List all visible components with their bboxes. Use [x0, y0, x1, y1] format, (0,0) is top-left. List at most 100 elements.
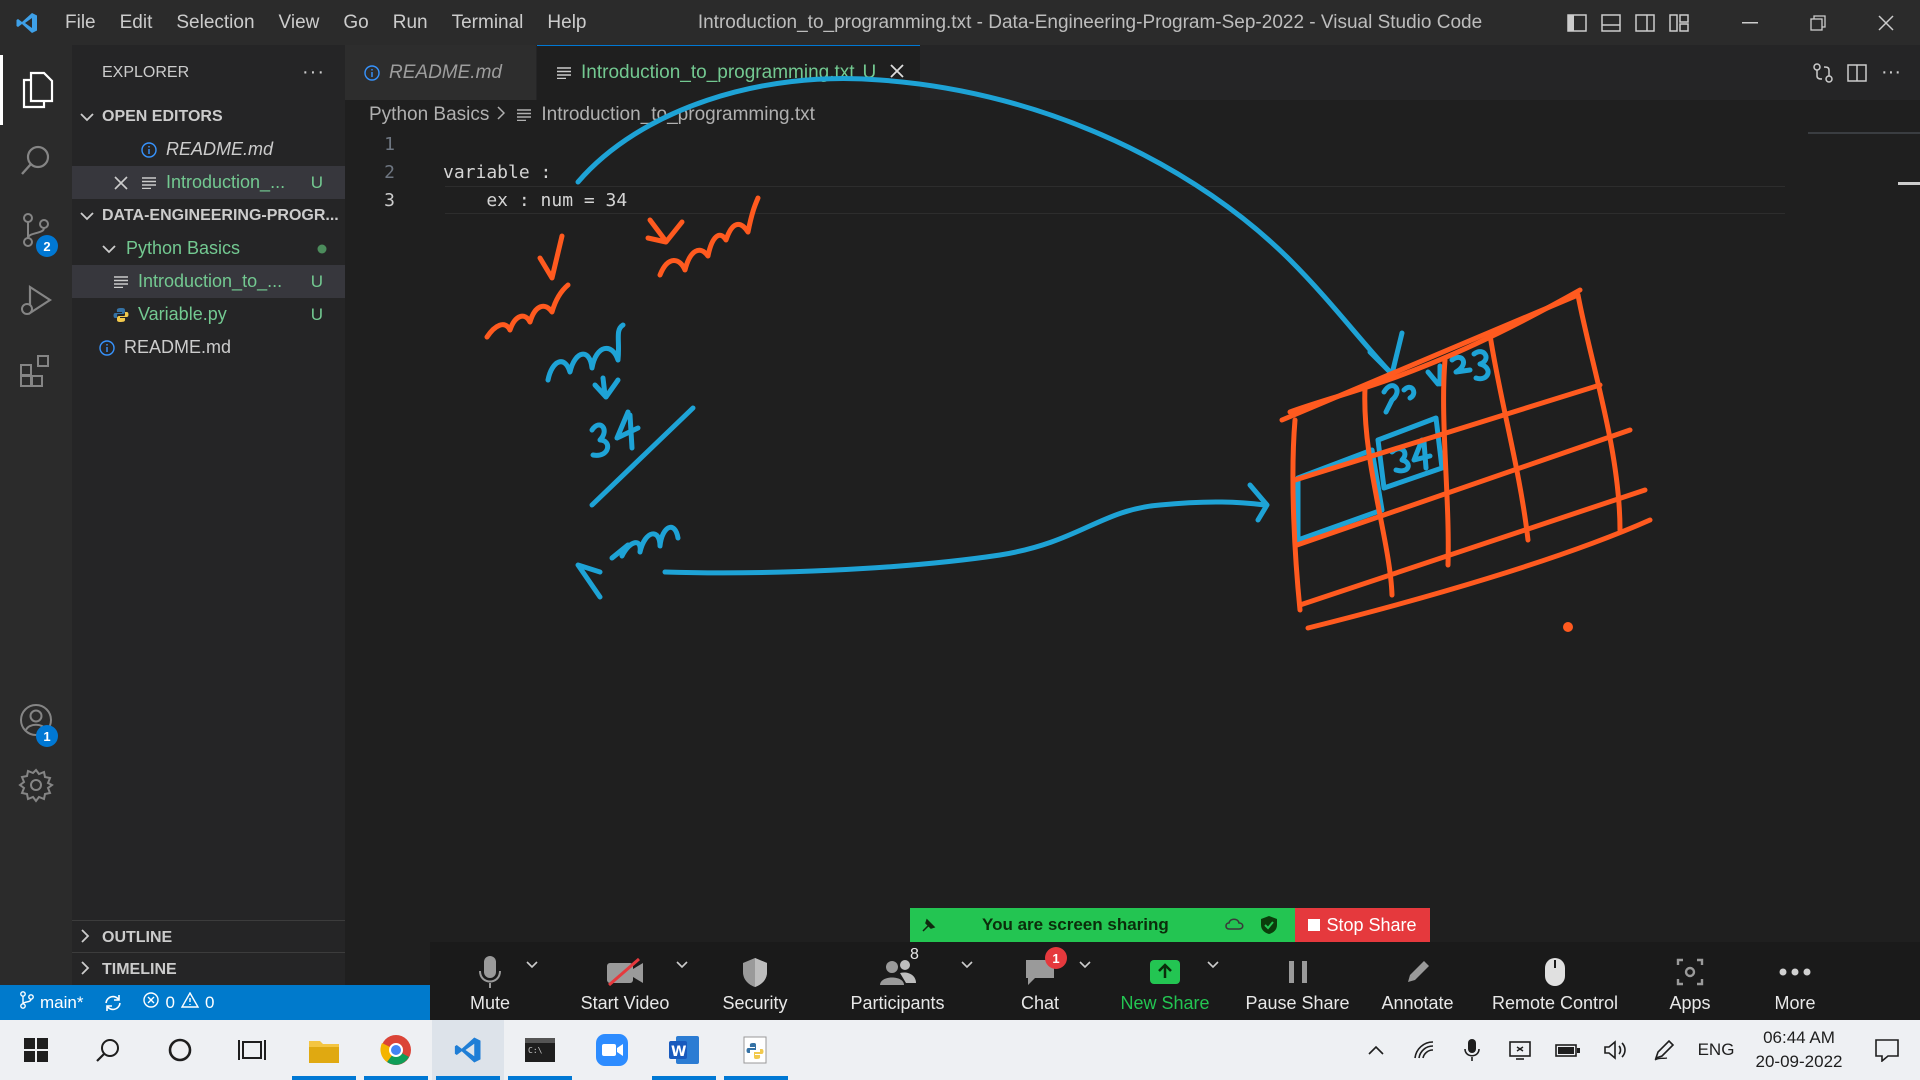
run-debug-icon[interactable] — [0, 265, 72, 335]
windows-start-icon[interactable] — [0, 1020, 72, 1080]
file-item-variable-py[interactable]: Variable.py U — [72, 298, 345, 331]
task-view-icon[interactable] — [216, 1020, 288, 1080]
menu-terminal[interactable]: Terminal — [440, 0, 536, 45]
close-window-button[interactable] — [1852, 0, 1920, 45]
menu-go[interactable]: Go — [331, 0, 380, 45]
stop-square-icon — [1308, 915, 1321, 936]
chevron-up-icon[interactable] — [676, 956, 688, 972]
breadcrumb-file[interactable]: Introduction_to_programming.txt — [541, 104, 815, 126]
chat-button[interactable]: 1 Chat — [985, 942, 1095, 1020]
menu-selection[interactable]: Selection — [164, 0, 266, 45]
start-video-button[interactable]: Start Video — [550, 942, 700, 1020]
menu-run[interactable]: Run — [381, 0, 440, 45]
mute-button[interactable]: Mute — [430, 942, 550, 1020]
annotate-label: Annotate — [1381, 993, 1454, 1013]
open-editor-item-introduction[interactable]: Introduction_... U — [72, 166, 345, 199]
minimize-button[interactable] — [1716, 0, 1784, 45]
vscode-taskbar-icon[interactable] — [432, 1020, 504, 1080]
branch-indicator[interactable]: main* — [20, 991, 83, 1014]
video-off-icon — [605, 951, 645, 993]
participants-button[interactable]: 8 Participants — [810, 942, 985, 1020]
outline-section[interactable]: OUTLINE — [72, 920, 345, 954]
stop-share-button[interactable]: Stop Share — [1295, 908, 1430, 942]
screen: File Edit Selection View Go Run Terminal… — [0, 0, 1920, 1080]
accounts-icon[interactable]: 1 — [0, 685, 72, 755]
file-item-introduction[interactable]: Introduction_to_... U — [72, 265, 345, 298]
tab-introduction[interactable]: Introduction_to_programming.txt U — [537, 45, 921, 100]
windows-taskbar: C:\ W ENG 06:44 AM 20-09-2022 — [0, 1020, 1920, 1080]
screen-share-banner: You are screen sharing Stop Share — [910, 908, 1430, 942]
microphone-tray-icon[interactable] — [1448, 1020, 1496, 1080]
sharing-indicator[interactable]: You are screen sharing — [910, 908, 1295, 942]
source-control-icon[interactable]: 2 — [0, 195, 72, 265]
more-actions-icon[interactable]: ··· — [1874, 50, 1908, 95]
pen-icon[interactable] — [1640, 1020, 1688, 1080]
annotate-button[interactable]: Annotate — [1360, 942, 1475, 1020]
chat-badge: 1 — [1045, 947, 1067, 969]
menu-view[interactable]: View — [267, 0, 332, 45]
explorer-icon[interactable] — [0, 55, 72, 125]
chevron-up-icon[interactable] — [961, 956, 973, 972]
customize-layout-icon[interactable] — [1662, 0, 1696, 45]
network-icon[interactable] — [1400, 1020, 1448, 1080]
scrollbar-thumb[interactable] — [1898, 182, 1920, 185]
more-button[interactable]: More — [1745, 942, 1845, 1020]
tab-close-icon[interactable] — [890, 62, 904, 84]
pencil-icon — [1403, 951, 1433, 993]
toggle-panel-icon[interactable] — [1594, 0, 1628, 45]
file-item-readme[interactable]: README.md — [72, 331, 345, 364]
window-title: Introduction_to_programming.txt - Data-E… — [697, 12, 1483, 33]
chevron-up-icon[interactable] — [1352, 1020, 1400, 1080]
chevron-up-icon[interactable] — [1079, 956, 1091, 972]
pause-share-label: Pause Share — [1245, 993, 1350, 1013]
extensions-icon[interactable] — [0, 335, 72, 405]
workspace-section[interactable]: DATA-ENGINEERING-PROGR... — [72, 199, 345, 232]
volume-icon[interactable] — [1592, 1020, 1640, 1080]
open-editor-item-readme[interactable]: README.md — [72, 133, 345, 166]
battery-icon[interactable] — [1544, 1020, 1592, 1080]
minimap[interactable] — [1808, 132, 1920, 134]
menu-help[interactable]: Help — [535, 0, 598, 45]
python-idle-icon[interactable] — [720, 1020, 792, 1080]
terminal-icon[interactable]: C:\ — [504, 1020, 576, 1080]
search-icon[interactable] — [0, 125, 72, 195]
remote-control-button[interactable]: Remote Control — [1475, 942, 1635, 1020]
tab-readme[interactable]: README.md — [345, 45, 537, 100]
new-share-button[interactable]: New Share — [1095, 942, 1235, 1020]
branch-name: main* — [40, 992, 84, 1012]
open-changes-icon[interactable] — [1806, 50, 1840, 95]
pause-share-button[interactable]: Pause Share — [1235, 942, 1360, 1020]
language-indicator[interactable]: ENG — [1688, 1020, 1744, 1080]
sync-icon[interactable] — [103, 994, 123, 1012]
zoom-app-icon[interactable] — [576, 1020, 648, 1080]
menu-file[interactable]: File — [53, 0, 108, 45]
problems-indicator[interactable]: 0 0 — [143, 991, 214, 1013]
breadcrumb-folder[interactable]: Python Basics — [369, 104, 489, 126]
chevron-up-icon[interactable] — [1207, 956, 1219, 972]
settings-gear-icon[interactable] — [0, 750, 72, 820]
search-icon[interactable] — [72, 1020, 144, 1080]
timeline-section[interactable]: TIMELINE — [72, 952, 345, 986]
split-editor-icon[interactable] — [1840, 50, 1874, 95]
toggle-primary-sidebar-icon[interactable] — [1560, 0, 1594, 45]
microphone-icon — [478, 951, 502, 993]
file-explorer-icon[interactable] — [288, 1020, 360, 1080]
folder-python-basics[interactable]: Python Basics — [72, 232, 345, 265]
restore-button[interactable] — [1784, 0, 1852, 45]
open-editors-section[interactable]: OPEN EDITORS — [72, 100, 345, 133]
menu-edit[interactable]: Edit — [108, 0, 165, 45]
display-tray-icon[interactable] — [1496, 1020, 1544, 1080]
apps-button[interactable]: Apps — [1635, 942, 1745, 1020]
toggle-secondary-sidebar-icon[interactable] — [1628, 0, 1662, 45]
chevron-up-icon[interactable] — [526, 956, 538, 972]
security-button[interactable]: Security — [700, 942, 810, 1020]
cortana-icon[interactable] — [144, 1020, 216, 1080]
word-icon[interactable]: W — [648, 1020, 720, 1080]
clock[interactable]: 06:44 AM 20-09-2022 — [1744, 1026, 1854, 1074]
chrome-icon[interactable] — [360, 1020, 432, 1080]
clock-date: 20-09-2022 — [1755, 1052, 1843, 1071]
notifications-icon[interactable] — [1854, 1020, 1920, 1080]
close-icon[interactable] — [110, 175, 132, 190]
code-area[interactable]: 1 2 variable : 3 ex : num = 34 — [345, 130, 1785, 214]
explorer-more-icon[interactable]: ··· — [302, 61, 325, 84]
